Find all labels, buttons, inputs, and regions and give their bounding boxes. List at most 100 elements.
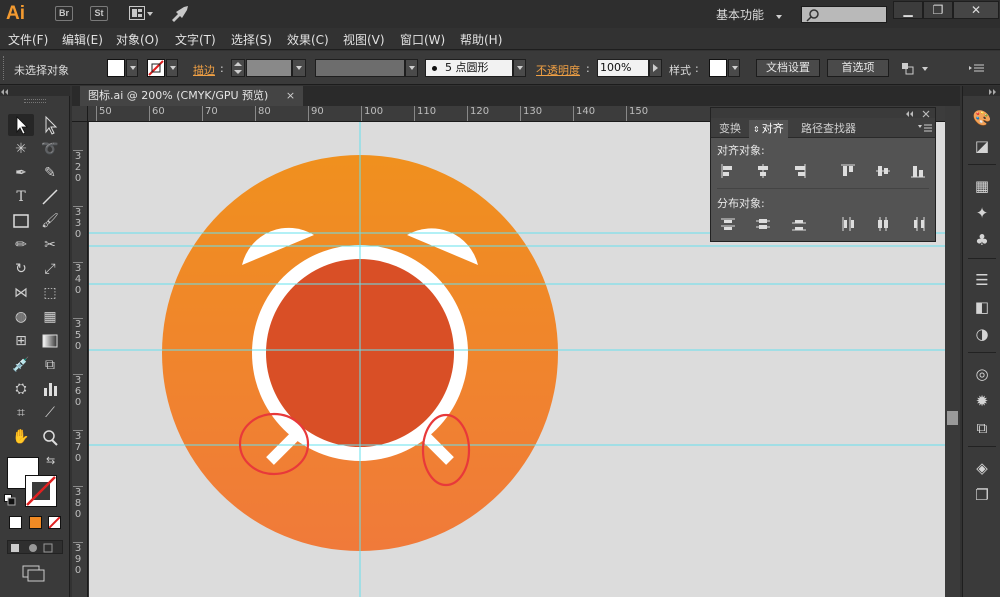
stroke-swatch[interactable] <box>147 59 165 77</box>
tools-grip[interactable] <box>24 99 46 103</box>
minimize-button[interactable]: ▁ <box>893 1 923 19</box>
shape-builder-tool[interactable]: ◍ <box>8 306 34 328</box>
appearance-icon[interactable]: ◎ <box>972 364 992 384</box>
stroke-panel-icon[interactable]: ☰ <box>972 270 992 290</box>
color-panel-icon[interactable]: 🎨 <box>972 108 992 128</box>
fill-swatch[interactable] <box>107 59 125 77</box>
stroke-weight-stepper[interactable] <box>231 59 245 77</box>
align-bottom-button[interactable] <box>909 162 927 180</box>
vertical-ruler[interactable]: 3 2 0 3 3 0 3 4 0 3 5 0 3 6 0 3 7 0 3 8 … <box>72 122 88 597</box>
dock-header[interactable] <box>963 86 1000 96</box>
graphic-style-swatch[interactable] <box>709 59 727 77</box>
menu-select[interactable]: 选择(S) <box>231 31 272 48</box>
curvature-tool[interactable]: ✎ <box>37 162 63 184</box>
opacity-input[interactable]: 100% <box>597 59 649 77</box>
style-dropdown[interactable] <box>728 59 740 77</box>
bridge-button[interactable]: Br <box>55 6 73 21</box>
menu-edit[interactable]: 编辑(E) <box>62 31 103 48</box>
blend-tool[interactable]: ⧉ <box>37 354 63 376</box>
vertical-scrollbar[interactable] <box>945 106 960 597</box>
scroll-thumb[interactable] <box>947 411 958 425</box>
menu-file[interactable]: 文件(F) <box>8 31 48 48</box>
brush-dropdown[interactable] <box>513 59 526 77</box>
align-left-button[interactable] <box>719 162 737 180</box>
grip-handle[interactable] <box>3 56 6 80</box>
artboard-tool[interactable]: ⌗ <box>8 402 34 424</box>
distribute-right-button[interactable] <box>909 215 927 233</box>
opacity-slider-button[interactable] <box>649 59 662 77</box>
symbol-sprayer-tool[interactable]: ⛭ <box>8 378 34 400</box>
swatches-icon[interactable]: ▦ <box>972 176 992 196</box>
perspective-grid-tool[interactable]: ▦ <box>37 306 63 328</box>
pencil-tool[interactable]: ✏ <box>8 234 34 256</box>
color-mode-button[interactable] <box>9 516 22 529</box>
direct-selection-tool[interactable] <box>37 114 63 136</box>
opacity-label[interactable]: 不透明度 <box>536 62 580 78</box>
asset-export-icon[interactable]: ❐ <box>972 485 992 505</box>
align-top-button[interactable] <box>839 162 857 180</box>
brushes-icon[interactable]: ✦ <box>972 203 992 223</box>
arrange-button[interactable] <box>900 60 932 78</box>
swap-colors-icon[interactable]: ⇆ <box>46 454 60 467</box>
align-vertical-center-button[interactable] <box>874 162 892 180</box>
distribute-top-button[interactable] <box>719 215 737 233</box>
collapse-icon[interactable] <box>0 87 70 97</box>
gradient-mode-button[interactable] <box>29 516 42 529</box>
gradient-panel-icon[interactable]: ◧ <box>972 297 992 317</box>
slice-tool[interactable]: ⟋ <box>37 402 63 424</box>
gradient-tool[interactable] <box>37 330 63 352</box>
magic-wand-tool[interactable]: ✳ <box>8 138 34 160</box>
menu-view[interactable]: 视图(V) <box>343 31 385 48</box>
distribute-bottom-button[interactable] <box>790 215 808 233</box>
none-mode-button[interactable] <box>48 516 61 529</box>
help-search-input[interactable] <box>801 6 887 23</box>
lasso-tool[interactable]: ➰ <box>37 138 63 160</box>
transparency-icon[interactable]: ◑ <box>972 324 992 344</box>
align-horizontal-center-button[interactable] <box>754 162 772 180</box>
ruler-origin[interactable] <box>72 106 88 122</box>
menu-effect[interactable]: 效果(C) <box>287 31 329 48</box>
close-button[interactable]: ✕ <box>953 1 999 19</box>
tab-align[interactable]: ⇕ 对齐 <box>749 120 788 138</box>
gpu-performance-button[interactable] <box>170 5 190 22</box>
stock-button[interactable]: St <box>90 6 108 21</box>
hand-tool[interactable]: ✋ <box>8 426 34 448</box>
panel-menu-icon[interactable] <box>917 122 933 134</box>
panel-menu-button[interactable] <box>968 61 986 75</box>
arrange-documents-button[interactable] <box>129 6 155 21</box>
menu-object[interactable]: 对象(O) <box>116 31 159 48</box>
eyedropper-tool[interactable]: 💉 <box>8 354 34 376</box>
graphic-styles-icon[interactable]: ✹ <box>972 391 992 411</box>
selection-tool[interactable] <box>8 114 34 136</box>
tab-pathfinder[interactable]: 路径查找器 <box>797 120 860 138</box>
document-tab[interactable]: 图标.ai @ 200% (CMYK/GPU 预览) × <box>80 86 304 106</box>
distribute-vertical-center-button[interactable] <box>754 215 772 233</box>
close-tab-icon[interactable]: × <box>286 89 295 102</box>
restore-button[interactable]: ❐ <box>923 1 953 19</box>
distribute-left-button[interactable] <box>839 215 857 233</box>
default-colors-icon[interactable] <box>4 494 16 506</box>
column-graph-tool[interactable] <box>37 378 63 400</box>
layers-icon[interactable]: ◈ <box>972 458 992 478</box>
tab-transform[interactable]: 变换 <box>715 120 745 138</box>
line-tool[interactable] <box>37 186 63 208</box>
screen-mode-button[interactable] <box>21 564 47 582</box>
fill-dropdown[interactable] <box>126 59 138 77</box>
profile-dropdown[interactable] <box>405 59 418 77</box>
symbols-icon[interactable]: ♣ <box>972 230 992 250</box>
stroke-weight-input[interactable] <box>246 59 292 77</box>
variable-width-profile[interactable] <box>315 59 405 77</box>
scale-tool[interactable]: ⤢ <box>37 258 63 280</box>
artboards-icon[interactable]: ⧉ <box>972 418 992 438</box>
mesh-tool[interactable]: ⊞ <box>8 330 34 352</box>
paintbrush-tool[interactable]: 🖌 <box>37 210 63 232</box>
pen-tool[interactable]: ✒ <box>8 162 34 184</box>
stroke-label[interactable]: 描边 <box>193 62 215 78</box>
rectangle-tool[interactable] <box>8 210 34 232</box>
menu-type[interactable]: 文字(T) <box>175 31 216 48</box>
stroke-color-box[interactable] <box>25 475 57 507</box>
menu-help[interactable]: 帮助(H) <box>460 31 502 48</box>
preferences-button[interactable]: 首选项 <box>827 59 889 77</box>
width-tool[interactable]: ⋈ <box>8 282 34 304</box>
rotate-tool[interactable]: ↻ <box>8 258 34 280</box>
